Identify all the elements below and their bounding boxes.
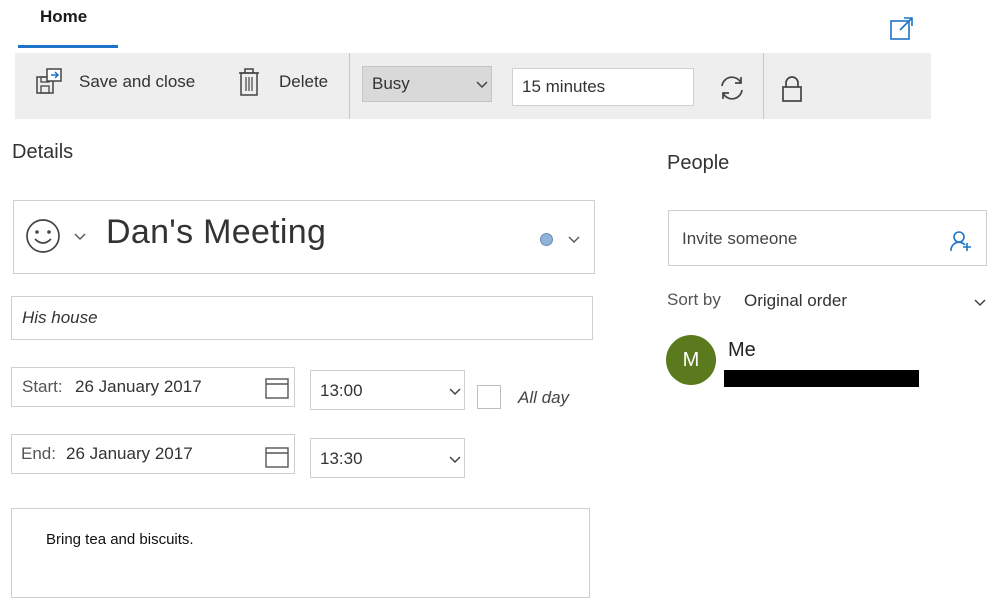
delete-label: Delete	[279, 72, 329, 91]
all-day-checkbox[interactable]	[477, 385, 501, 409]
add-person-icon[interactable]	[950, 230, 972, 252]
chevron-down-icon	[74, 233, 86, 240]
sort-by-value: Original order	[744, 291, 847, 310]
end-date-value: 26 January 2017	[66, 444, 193, 463]
category-color-dot	[540, 233, 553, 246]
reminder-value: 15 minutes	[522, 77, 606, 96]
start-time-select[interactable]: 13:00	[310, 370, 465, 410]
toolbar: Save and close Delete Busy 15 minutes	[15, 53, 931, 119]
avatar: M	[666, 335, 716, 385]
tab-home[interactable]: Home	[18, 0, 118, 48]
start-label: Start:	[22, 377, 63, 396]
end-time-value: 13:30	[320, 449, 363, 468]
notes-text: Bring tea and biscuits.	[46, 531, 194, 548]
save-close-icon	[36, 68, 62, 94]
attendee-name: Me	[728, 339, 756, 361]
location-field[interactable]: His house	[11, 296, 593, 340]
popout-icon[interactable]	[889, 15, 915, 41]
redacted-email	[724, 370, 919, 387]
trash-icon	[239, 68, 259, 96]
all-day-label: All day	[518, 388, 570, 407]
chevron-down-icon	[449, 456, 461, 464]
details-heading: Details	[12, 141, 74, 163]
sort-by-select[interactable]: Original order	[740, 284, 990, 316]
start-date-value: 26 January 2017	[75, 377, 202, 396]
tab-home-label: Home	[40, 7, 88, 26]
calendar-icon[interactable]	[265, 377, 289, 399]
lock-icon[interactable]	[780, 75, 804, 103]
smiley-icon	[26, 219, 60, 253]
end-label: End:	[21, 444, 56, 463]
event-title-box: Dan's Meeting	[13, 200, 595, 274]
delete-button[interactable]: Delete	[237, 62, 328, 102]
chevron-down-icon	[974, 299, 986, 307]
chevron-down-icon	[568, 236, 580, 243]
calendar-icon[interactable]	[265, 446, 289, 468]
chevron-down-icon	[476, 81, 488, 89]
emoji-picker-button[interactable]	[24, 217, 98, 257]
invite-input[interactable]: Invite someone	[668, 210, 987, 266]
show-as-value: Busy	[372, 74, 410, 93]
save-and-close-label: Save and close	[79, 72, 196, 91]
show-as-select[interactable]: Busy	[362, 66, 492, 102]
category-color-picker[interactable]	[540, 231, 584, 251]
chevron-down-icon	[449, 388, 461, 396]
repeat-icon[interactable]	[717, 73, 747, 103]
start-time-value: 13:00	[320, 381, 363, 400]
start-date-field[interactable]: Start: 26 January 2017	[11, 367, 295, 407]
end-date-field[interactable]: End: 26 January 2017	[11, 434, 295, 474]
save-and-close-button[interactable]: Save and close	[35, 62, 195, 102]
location-value: His house	[22, 308, 98, 327]
reminder-field[interactable]: 15 minutes	[512, 68, 694, 106]
toolbar-divider	[349, 53, 350, 119]
event-title-input[interactable]: Dan's Meeting	[106, 213, 326, 252]
invite-placeholder: Invite someone	[682, 229, 798, 248]
end-time-select[interactable]: 13:30	[310, 438, 465, 478]
people-heading: People	[667, 152, 730, 174]
notes-field[interactable]: Bring tea and biscuits.	[11, 508, 590, 598]
sort-by-label: Sort by	[667, 290, 721, 309]
toolbar-divider	[763, 53, 764, 119]
